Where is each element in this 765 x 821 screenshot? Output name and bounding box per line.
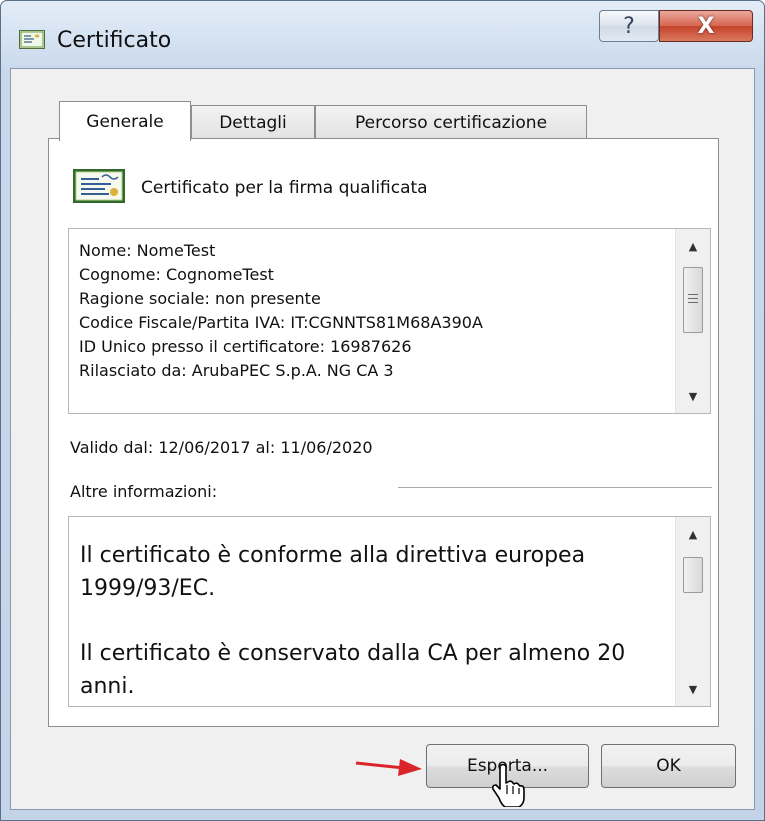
- info-line-surname: Cognome: CognomeTest: [79, 265, 274, 284]
- separator-line: [398, 487, 712, 488]
- other-info-paragraph: Il certificato è conservato dalla CA per…: [80, 641, 626, 699]
- validity-period: Valido dal: 12/06/2017 al: 11/06/2020: [70, 438, 373, 457]
- certificate-purpose: Certificato per la firma qualificata: [141, 178, 428, 198]
- other-info-label: Altre informazioni:: [70, 482, 218, 501]
- scroll-thumb[interactable]: [683, 557, 703, 593]
- info-line-unique-id: ID Unico presso il certificatore: 169876…: [79, 337, 412, 356]
- certificate-info-box[interactable]: Nome: NomeTest Cognome: CognomeTest Ragi…: [68, 228, 711, 414]
- certificate-icon: [72, 168, 126, 204]
- other-info-scrollbar[interactable]: ▲ ▼: [675, 517, 710, 706]
- scroll-up-arrow[interactable]: ▲: [676, 231, 710, 261]
- scroll-down-arrow[interactable]: ▼: [676, 674, 710, 704]
- tab-dettagli[interactable]: Dettagli: [191, 105, 315, 139]
- red-arrow-icon: [355, 759, 422, 776]
- ok-button[interactable]: OK: [601, 744, 736, 788]
- scroll-thumb[interactable]: [683, 267, 703, 333]
- info-line-tax-code: Codice Fiscale/Partita IVA: IT:CGNNTS81M…: [79, 313, 483, 332]
- other-info-box[interactable]: Il certificato è conforme alla direttiva…: [68, 516, 711, 707]
- other-info-text: Il certificato è conforme alla direttiva…: [80, 539, 660, 706]
- scroll-down-arrow[interactable]: ▼: [676, 381, 710, 411]
- info-line-name: Nome: NomeTest: [79, 241, 216, 260]
- scroll-up-arrow[interactable]: ▲: [676, 519, 710, 549]
- other-info-paragraph: Il certificato è conforme alla direttiva…: [80, 543, 586, 601]
- info-line-company: Ragione sociale: non presente: [79, 289, 321, 308]
- info-scrollbar[interactable]: ▲ ▼: [675, 229, 710, 413]
- certificate-icon: [19, 30, 45, 49]
- info-line-issuer: Rilasciato da: ArubaPEC S.p.A. NG CA 3: [79, 361, 394, 380]
- tab-generale[interactable]: Generale: [59, 101, 191, 141]
- close-button[interactable]: X: [659, 10, 753, 42]
- hand-pointer-cursor-icon: [492, 763, 525, 807]
- window-title: Certificato: [57, 28, 172, 53]
- help-button[interactable]: ?: [599, 10, 659, 42]
- tab-percorso-certificazione[interactable]: Percorso certificazione: [315, 105, 587, 139]
- title-bar[interactable]: Certificato ? X: [1, 1, 764, 67]
- certificate-info-lines: Nome: NomeTest Cognome: CognomeTest Ragi…: [79, 239, 483, 383]
